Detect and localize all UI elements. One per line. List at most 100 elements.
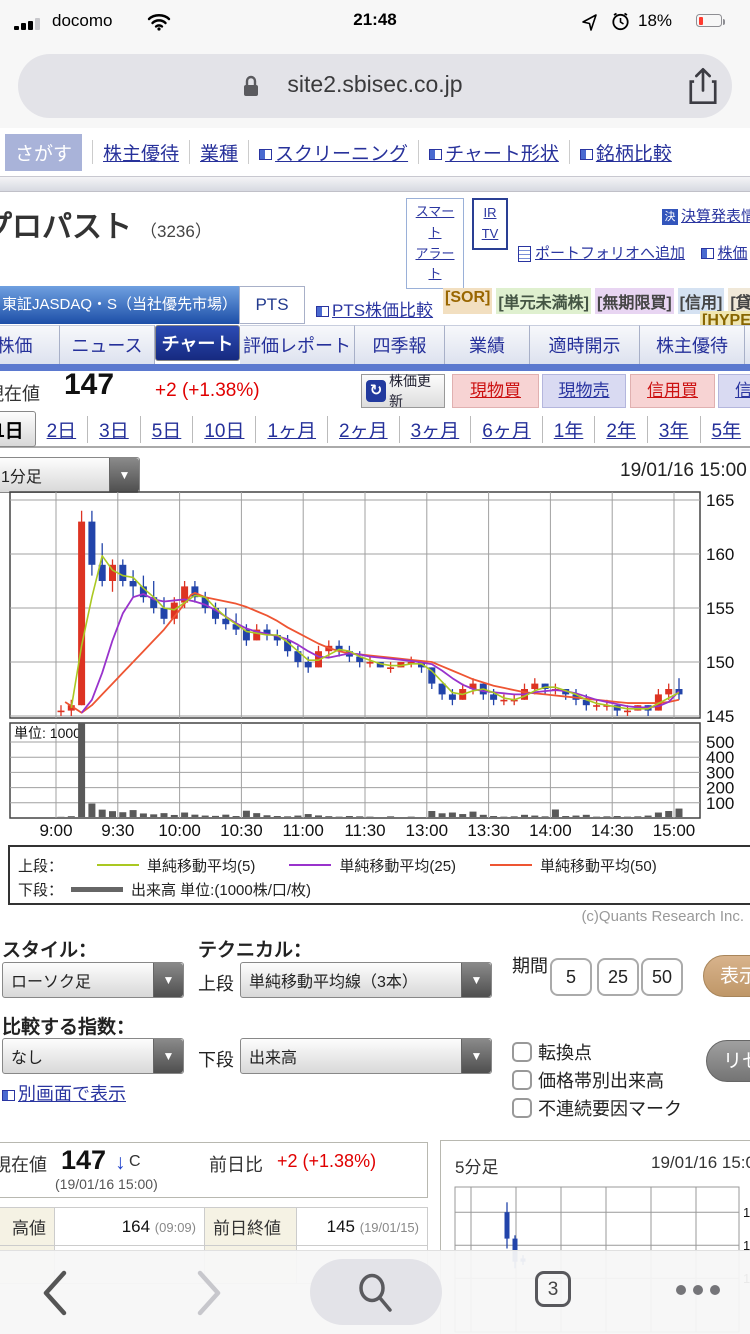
summary-datetime: (19/01/16 15:00) bbox=[55, 1176, 158, 1192]
style-select[interactable]: ローソク足▼ bbox=[2, 962, 184, 998]
safari-page: docomo 21:48 18% site2.sbisec.co.jp bbox=[0, 0, 750, 1334]
tab-株価[interactable]: 株価 bbox=[0, 325, 60, 364]
refresh-label: 株価更新 bbox=[389, 371, 440, 411]
smart-alert-line2[interactable]: アラート bbox=[411, 244, 459, 286]
period-10日[interactable]: 10日 bbox=[193, 416, 256, 443]
address-field[interactable]: site2.sbisec.co.jp bbox=[18, 54, 732, 118]
period-5年[interactable]: 5年 bbox=[701, 416, 750, 443]
show-button[interactable]: 表示 bbox=[703, 955, 750, 997]
period-2ヶ月[interactable]: 2ヶ月 bbox=[328, 416, 400, 443]
sidebar-item-2[interactable]: 業種 bbox=[200, 139, 238, 166]
nav-separator bbox=[92, 140, 93, 164]
interval-select[interactable]: 1分足▼ bbox=[0, 457, 140, 493]
ma-period-input-2[interactable] bbox=[597, 958, 639, 996]
kessan-link[interactable]: 決決算発表情報 bbox=[662, 205, 750, 226]
open-window-text[interactable]: 別画面で表示 bbox=[18, 1084, 126, 1104]
tabs-button[interactable]: 3 bbox=[535, 1271, 571, 1307]
trade-button-現物売[interactable]: 現物売 bbox=[542, 374, 626, 408]
sidebar-item-0[interactable]: さがす bbox=[5, 134, 82, 171]
prev-close-label: 前日終値 bbox=[205, 1208, 297, 1246]
compare-select[interactable]: なし▼ bbox=[2, 1038, 184, 1074]
chevron-down-icon: ▼ bbox=[461, 963, 491, 997]
option-checkboxes: 転換点価格帯別出来高不連続要因マーク bbox=[512, 1038, 682, 1122]
sidebar-item-3[interactable]: スクリーニング bbox=[259, 139, 408, 166]
period-1日[interactable]: 1日 bbox=[0, 411, 36, 447]
more-menu-button[interactable] bbox=[676, 1285, 720, 1295]
portfolio-add-link[interactable]: ポートフォリオへ追加 bbox=[535, 245, 685, 262]
legend-lower-item: 出来高 単位:(1000株/口/枚) bbox=[131, 879, 311, 900]
tab-株主優待[interactable]: 株主優待 bbox=[640, 325, 745, 364]
tab-業績[interactable]: 業績 bbox=[445, 325, 530, 364]
prev-close-value: 145 (19/01/15) bbox=[297, 1208, 428, 1246]
tab-適時開示[interactable]: 適時開示 bbox=[530, 325, 640, 364]
checkbox-転換点[interactable] bbox=[512, 1042, 532, 1062]
period-2年[interactable]: 2年 bbox=[595, 416, 648, 443]
tab-ニュース[interactable]: ニュース bbox=[60, 325, 155, 364]
market-tab-primary[interactable]: 東証JASDAQ・S（当社優先市場） bbox=[0, 286, 239, 324]
tab-count-label: 3 bbox=[548, 1279, 559, 1300]
tab-チャート[interactable]: チャート bbox=[155, 325, 240, 361]
mini-chart-datetime: 19/01/16 15:00 bbox=[651, 1153, 750, 1173]
checkbox-label: 転換点 bbox=[538, 1039, 592, 1065]
pts-compare-text[interactable]: PTS株価比較 bbox=[332, 301, 433, 320]
reset-button[interactable]: リセット bbox=[706, 1040, 750, 1082]
close-flag: C bbox=[129, 1153, 141, 1171]
open-in-window-link[interactable]: 別画面で表示 bbox=[2, 1080, 126, 1106]
back-button[interactable] bbox=[38, 1267, 72, 1319]
url-text: site2.sbisec.co.jp bbox=[18, 71, 732, 98]
stock-badge: [SOR] bbox=[443, 288, 492, 314]
smart-alert-line1[interactable]: スマート bbox=[411, 202, 459, 244]
sidebar-item-1[interactable]: 株主優待 bbox=[103, 139, 179, 166]
tab-分析[interactable]: 分析 bbox=[745, 325, 750, 364]
period-3日[interactable]: 3日 bbox=[88, 416, 141, 443]
high-time: (09:09) bbox=[155, 1220, 196, 1235]
irtv-line1[interactable]: IR bbox=[478, 203, 502, 224]
stock-name: プロパスト（3236） bbox=[0, 202, 212, 246]
tab-評価レポート[interactable]: 評価レポート bbox=[240, 325, 355, 364]
market-tab-pts[interactable]: PTS bbox=[239, 286, 305, 324]
interval-select-value: 1分足 bbox=[0, 463, 109, 487]
checkbox-不連続要因マーク[interactable] bbox=[512, 1098, 532, 1118]
ma-period-input-1[interactable] bbox=[550, 958, 592, 996]
trade-button-信用買[interactable]: 信用買 bbox=[630, 374, 715, 408]
checkbox-価格帯別出来高[interactable] bbox=[512, 1070, 532, 1090]
smart-alert-button[interactable]: スマート アラート bbox=[406, 198, 464, 289]
svg-text:155: 155 bbox=[706, 599, 734, 618]
period-2日[interactable]: 2日 bbox=[36, 416, 89, 443]
irtv-button[interactable]: IR TV bbox=[472, 198, 508, 250]
ma-period-input-3[interactable] bbox=[641, 958, 683, 996]
kabuka-link[interactable]: 株価 bbox=[717, 245, 747, 262]
lower-pane-label: 下段 bbox=[198, 1046, 234, 1072]
technical-label: テクニカル： bbox=[198, 935, 312, 962]
technical-upper-select[interactable]: 単純移動平均線（3本）▼ bbox=[240, 962, 492, 998]
trade-button-信用売[interactable]: 信用売 bbox=[718, 374, 750, 408]
period-1ヶ月[interactable]: 1ヶ月 bbox=[256, 416, 328, 443]
forward-button[interactable] bbox=[192, 1267, 226, 1319]
period-3ヶ月[interactable]: 3ヶ月 bbox=[400, 416, 472, 443]
style-select-value: ローソク足 bbox=[3, 968, 153, 992]
high-label: 高値 bbox=[0, 1208, 55, 1246]
sidebar-item-4[interactable]: チャート形状 bbox=[429, 139, 559, 166]
kessan-link-text[interactable]: 決算発表情報 bbox=[681, 208, 750, 225]
search-button[interactable] bbox=[310, 1259, 442, 1325]
svg-text:10:30: 10:30 bbox=[220, 821, 263, 840]
technical-lower-select[interactable]: 出来高▼ bbox=[240, 1038, 492, 1074]
refresh-icon: ↻ bbox=[366, 380, 386, 402]
period-5日[interactable]: 5日 bbox=[141, 416, 194, 443]
period-3年[interactable]: 3年 bbox=[648, 416, 701, 443]
period-1年[interactable]: 1年 bbox=[543, 416, 596, 443]
chevron-down-icon: ▼ bbox=[461, 1039, 491, 1073]
location-arrow-icon bbox=[581, 13, 599, 31]
trade-button-現物買[interactable]: 現物買 bbox=[452, 374, 539, 408]
irtv-line2[interactable]: TV bbox=[478, 224, 502, 245]
pts-compare-link[interactable]: PTS株価比較 bbox=[316, 296, 433, 321]
refresh-quote-button[interactable]: ↻株価更新 bbox=[361, 374, 445, 408]
tab-四季報[interactable]: 四季報 bbox=[355, 325, 445, 364]
sidebar-item-5[interactable]: 銘柄比較 bbox=[580, 139, 672, 166]
mini-chart-title: 5分足 bbox=[455, 1153, 498, 1178]
legend-item-label: 単純移動平均(50) bbox=[540, 855, 657, 876]
site-nav: さがす株主優待業種スクリーニングチャート形状銘柄比較 bbox=[0, 128, 750, 176]
share-icon[interactable] bbox=[686, 66, 720, 106]
ma-swatch bbox=[289, 864, 331, 866]
period-6ヶ月[interactable]: 6ヶ月 bbox=[471, 416, 543, 443]
